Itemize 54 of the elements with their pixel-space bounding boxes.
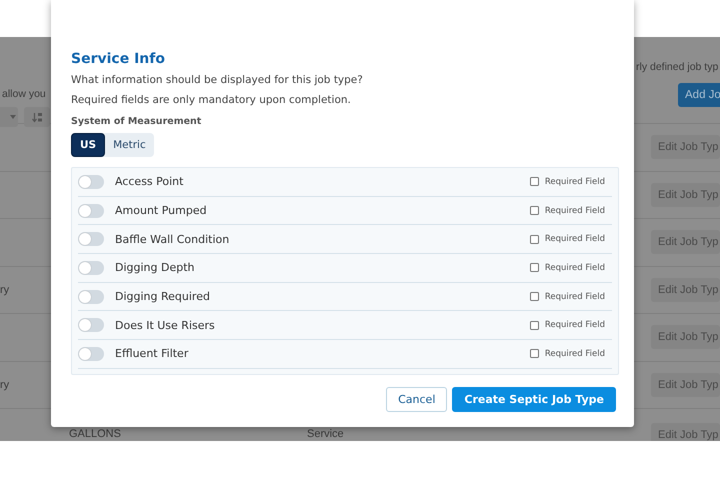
edit-button[interactable]: Edit Job Typ	[651, 372, 720, 397]
toggle-switch[interactable]	[78, 346, 104, 361]
field-label: Digging Depth	[115, 261, 196, 274]
table-cell-text: GALLONS	[69, 428, 122, 441]
intro-text: rly defined job typ	[636, 61, 718, 73]
checkbox[interactable]	[530, 206, 539, 216]
table-cell-text: ry	[0, 378, 10, 391]
required-field-label: Required Field	[544, 234, 605, 244]
create-button[interactable]: Create Septic Job Type	[452, 387, 616, 412]
dropdown-button[interactable]	[0, 107, 18, 127]
checkbox[interactable]	[530, 292, 539, 302]
edit-button[interactable]: Edit Job Typ	[651, 278, 720, 302]
table-cell-text: ry	[0, 284, 10, 296]
description-text: What information should be displayed for this job type?	[71, 73, 364, 87]
description-text: Required fields are only mandatory upon completion.	[71, 93, 352, 107]
required-field-label: Required Field	[544, 320, 605, 330]
toggle-switch[interactable]	[78, 260, 104, 275]
sort-button[interactable]	[24, 107, 50, 127]
toggle-switch[interactable]	[78, 290, 104, 304]
edit-button[interactable]: Edit Job Typ	[651, 182, 720, 207]
cancel-button[interactable]: Cancel	[386, 387, 448, 412]
edit-button[interactable]: Edit Job Typ	[651, 325, 720, 350]
intro-text: allow you	[1, 88, 47, 100]
edit-button[interactable]: Edit Job Typ	[651, 230, 720, 254]
toggle-switch[interactable]	[78, 318, 104, 332]
modal-title: Service Info	[71, 51, 166, 67]
edit-button[interactable]: Edit Job Typ	[651, 135, 720, 160]
toggle-switch[interactable]	[78, 174, 104, 189]
segment-option[interactable]: Metric	[105, 133, 154, 157]
add-button[interactable]: Add Jo	[678, 83, 720, 107]
checkbox[interactable]	[530, 177, 539, 186]
field-label: Effluent Filter	[115, 347, 190, 360]
required-field-label: Required Field	[544, 348, 605, 359]
section-label: System of Measurement	[71, 116, 202, 127]
sort-icon	[32, 112, 42, 122]
edit-button[interactable]: Edit Job Typ	[651, 423, 720, 441]
checkbox[interactable]	[530, 349, 539, 358]
checkbox[interactable]	[530, 263, 539, 272]
table-cell-text: Service	[307, 428, 345, 441]
required-field-label: Required Field	[544, 292, 605, 302]
checkbox[interactable]	[530, 320, 539, 330]
field-label: Digging Required	[115, 290, 211, 304]
caret-icon	[10, 115, 16, 119]
field-label: Access Point	[115, 175, 184, 188]
checkbox[interactable]	[530, 234, 539, 244]
toggle-switch[interactable]	[78, 232, 104, 246]
toggle-switch[interactable]	[78, 204, 104, 218]
field-label: Baffle Wall Condition	[115, 232, 230, 246]
segment-option[interactable]: US	[71, 133, 106, 157]
required-field-label: Required Field	[544, 262, 605, 273]
required-field-label: Required Field	[544, 176, 605, 187]
field-label: Amount Pumped	[115, 204, 208, 218]
required-field-label: Required Field	[544, 206, 605, 216]
field-label: Does It Use Risers	[115, 318, 216, 332]
